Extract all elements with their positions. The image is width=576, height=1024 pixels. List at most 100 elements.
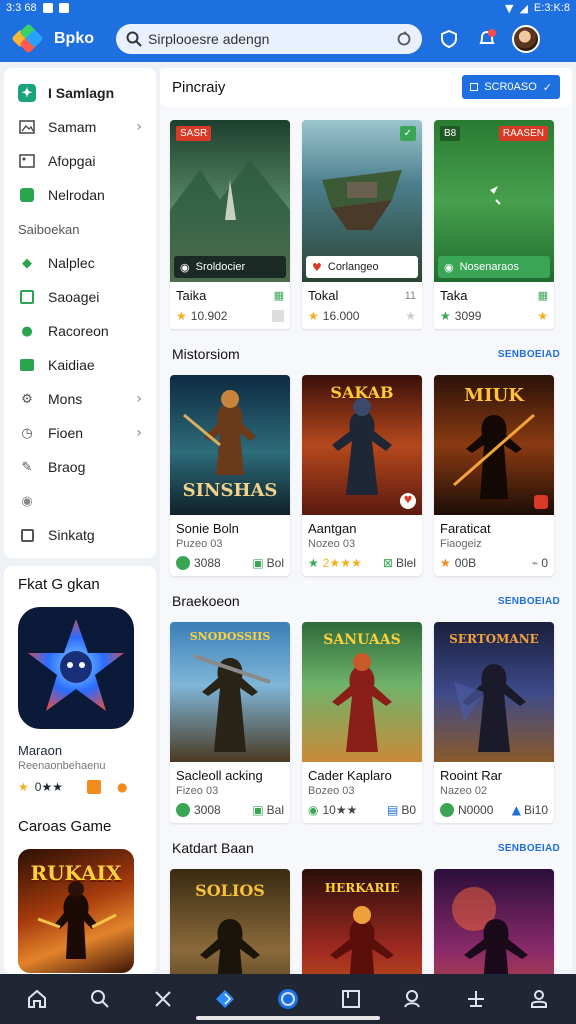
promo-app-subtitle: Reenaonbehaenu [18,760,106,772]
sidebar-item-kaidiae[interactable]: Kaidiae [4,348,156,382]
card-stat-right: Bi10 [523,803,548,817]
filter-dropdown[interactable]: SCR0ASO ✓ [462,75,560,99]
sidebar-item-nelrodan[interactable]: Nelrodan [4,178,156,212]
plus-icon[interactable] [456,979,496,1019]
search-bar[interactable] [116,24,422,54]
card-stat: 00B [454,556,477,570]
game-card[interactable]: MIUK Faraticat Fiaogeiz ★ 00B ⌁ 0 [434,375,554,576]
bottom-nav [0,974,576,1024]
game-row: SINSHAS Sonie Boln Puzeo 03 3088 ▣ Bol SAK… [160,375,572,576]
sidebar-item-label: I Samlagn [48,85,115,101]
game-row: SNODOSSIIS Sacleoll acking Fizeo 03 3008… [160,622,572,823]
clock-icon: ◷ [21,425,33,441]
section-title: Katdart Baan [172,840,254,856]
promo-heading: Fkat G gkan [18,576,100,593]
wifi-icon: ▼ [504,1,514,15]
chart-icon [18,288,36,306]
notification-bell-icon[interactable] [472,24,502,54]
sidebar-item-samam[interactable]: Samam › [4,110,156,144]
game-card[interactable]: SERTOMANE Rooint Rar Nazeo 02 N0000 ▲ Bi10 [434,622,554,823]
bar-icon [18,356,36,374]
art-title: SINSHAS [182,480,278,501]
app-logo-icon[interactable] [11,23,44,54]
card-title: Aantgan [308,521,357,536]
game-card[interactable]: SNODOSSIIS Sacleoll acking Fizeo 03 3008… [170,622,290,823]
game-card[interactable]: SAKAB ♥ Aantgan Nozeo 03 ★ 2★★★ ⊠ Blel [302,375,422,576]
see-all-link[interactable]: SENBOEIAD [498,349,560,360]
shield-icon[interactable] [434,24,464,54]
section-header: Katdart Baan SENBOEIAD [160,839,572,857]
user-search-icon[interactable] [393,979,433,1019]
edit-icon: ✎ [21,459,33,475]
section-header: Mistorsiom SENBOEIAD [160,345,572,363]
card-stat: 2★★★ [322,556,362,570]
card-rating: 3099 [454,309,482,323]
sidebar-item-saoagei[interactable]: Saoagei [4,280,156,314]
sidebar-item-fioen[interactable]: ◷ Fioen › [4,416,156,450]
search-icon[interactable] [80,979,120,1019]
card-stat: 10★★ [322,803,358,817]
diamond-icon[interactable] [205,979,245,1019]
close-icon[interactable] [143,979,183,1019]
game-card[interactable]: SANUAAS Cader Kaplaro Bozeo 03 ◉ 10★★ ▤ B0 [302,622,422,823]
refresh-icon: ● [21,323,33,339]
promo-game-art[interactable]: RUKAIX [18,849,134,973]
person-icon[interactable] [519,979,559,1019]
see-all-link[interactable]: SENBOEIAD [498,843,560,854]
sidebar: ✦ I Samlagn Samam › Afopgai Nelrodan Sai… [4,68,156,558]
promo-app-icon[interactable] [18,607,134,729]
chevron-right-icon: › [136,119,142,135]
featured-pill: ◉ Nosenaraos [438,256,550,278]
card-title: Sonie Boln [176,521,239,536]
featured-art: ✓ ♥ Corlangeo [302,120,422,282]
avatar[interactable] [512,25,540,53]
featured-card[interactable]: B8 RAASEN ◉ Nosenaraos Taka ▦ ★ 3099 ★ [434,120,554,329]
card-subtitle: Nozeo 03 [308,538,356,550]
card-stat-right: B0 [401,803,416,817]
card-title: Rooint Rar [440,768,503,783]
green-square-icon [18,186,36,204]
sidebar-item-dot[interactable]: ◉ [4,484,156,518]
sidebar-item-label: Samam [48,119,97,135]
grid-icon: ▦ [537,289,548,302]
download-icon: ▣ [252,556,264,570]
sidebar-item-label: Kaidiae [48,357,95,373]
window-icon[interactable] [331,979,371,1019]
star-icon: ★ [537,309,548,323]
featured-row: SASR ◉ Sroldocier Taika ▦ ★ 10.902 ✓ ♥ Corla… [160,120,572,329]
mic-icon[interactable] [396,31,412,47]
puzzle-icon: ▣ [252,803,264,817]
coin-icon: ● [116,780,128,794]
game-card[interactable]: SINSHAS Sonie Boln Puzeo 03 3088 ▣ Bol [170,375,290,576]
signal-icon: ◢ [519,1,528,15]
notification-icon [58,3,69,13]
sidebar-item-home[interactable]: ✦ I Samlagn [4,76,156,110]
leaf-icon: ◆ [22,255,32,271]
sidebar-item-braog[interactable]: ✎ Braog [4,450,156,484]
sidebar-item-afopgai[interactable]: Afopgai [4,144,156,178]
info-icon: 11 [404,289,416,302]
card-subtitle: Fizeo 03 [176,785,219,797]
search-input[interactable] [148,31,396,47]
home-icon[interactable] [17,979,57,1019]
sidebar-item-mons[interactable]: ⚙ Mons › [4,382,156,416]
featured-card[interactable]: ✓ ♥ Corlangeo Tokal 11 ★ 16.000 ★ [302,120,422,329]
check-circle-icon: ◉ [308,803,319,817]
sidebar-item-racoreon[interactable]: ● Racoreon [4,314,156,348]
pill-label: Corlangeo [327,261,379,273]
promo-app-name: Maraon [18,743,63,758]
thumbs-up-icon: ▲ [511,803,521,817]
circle-icon[interactable] [268,979,308,1019]
see-all-link[interactable]: SENBOEIAD [498,596,560,607]
sidebar-item-sinkatg[interactable]: Sinkatg [4,518,156,552]
promo-panel: Fkat G gkan Maraon Reenaonbehaenu ★ 0★★ … [4,566,156,974]
featured-card[interactable]: SASR ◉ Sroldocier Taika ▦ ★ 10.902 [170,120,290,329]
promo-heading-2: Caroas Game [18,818,112,835]
app-bar: Bpko [0,16,576,62]
card-title: Taka [440,288,468,303]
star-icon: ★ [176,309,187,323]
sidebar-item-label: Afopgai [48,153,96,169]
star-icon: ★ [308,556,319,570]
sidebar-item-nalplec[interactable]: ◆ Nalplec [4,246,156,280]
green-circle-icon [176,803,190,817]
